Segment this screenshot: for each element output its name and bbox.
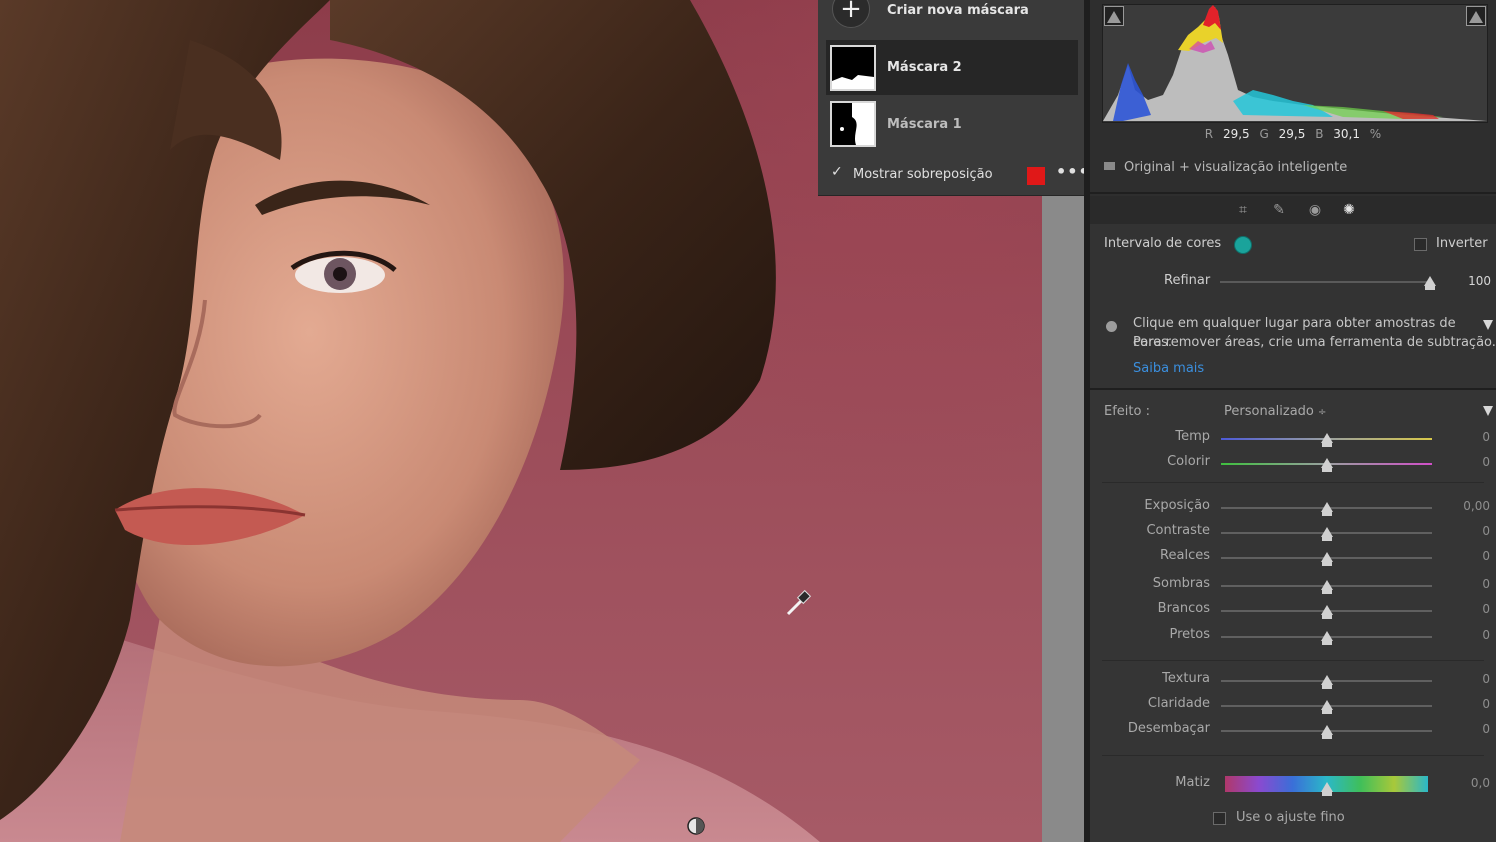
slider-label: Textura [1162,671,1210,686]
g-value: 29,5 [1278,127,1306,141]
collapse-effects-icon[interactable] [1483,406,1493,416]
preview-label: Original + visualização inteligente [1124,160,1348,175]
color-sample-swatch[interactable] [1234,236,1252,254]
slider-label: Exposição [1144,498,1210,513]
histogram-graph [1103,5,1487,121]
crop-icon[interactable]: ⌗ [1234,201,1252,219]
slider-thumb[interactable] [1320,782,1333,796]
g-key: G [1259,127,1269,141]
r-value: 29,5 [1222,127,1250,141]
percent-unit: % [1369,127,1382,141]
slider-thumb[interactable] [1320,725,1333,739]
slider-thumb[interactable] [1320,631,1333,645]
slider-value: 0 [1482,524,1490,538]
slider-value: 0,00 [1463,499,1490,513]
red-eye-icon[interactable]: ◉ [1306,201,1324,219]
refine-value: 100 [1468,274,1491,288]
mask-thumbnail [830,45,876,91]
slider-thumb[interactable] [1320,700,1333,714]
overlay-toggle-row: ✓ Mostrar sobreposição ••• [818,158,1089,192]
fine-tune-label[interactable]: Use o ajuste fino [1236,810,1345,825]
slider-value: 0 [1482,455,1490,469]
divider [1090,192,1496,194]
eyedropper-cursor-icon [786,589,812,616]
slider-label: Brancos [1157,601,1210,616]
r-key: R [1204,127,1214,141]
b-value: 30,1 [1333,127,1360,141]
masks-panel: + Criar nova máscara Máscara 2 Máscara 1… [818,0,1089,196]
color-range-title: Intervalo de cores [1104,236,1222,251]
slider-label: Desembaçar [1127,721,1210,736]
tool-strip: ⌗ ✎ ◉ ✺ [1090,196,1496,224]
tip-line-2: Para remover áreas, crie uma ferramenta … [1133,335,1496,350]
slider-value: 0 [1482,602,1490,616]
slider-label: Matiz [1175,775,1210,790]
mask-item-label: Máscara 1 [887,117,962,132]
overlay-color-swatch[interactable] [1027,167,1045,185]
mask-item-2[interactable]: Máscara 2 [826,40,1078,95]
slider-label: Realces [1160,548,1210,563]
dropdown-arrow-icon: ÷ [1318,407,1327,418]
slider-label: Contraste [1146,523,1210,538]
info-icon [1106,321,1117,332]
histogram [1102,4,1488,123]
slider-label: Sombras [1152,576,1210,591]
refine-label: Refinar [1164,273,1211,288]
slider-thumb[interactable] [1320,527,1333,541]
slider-value: 0 [1482,672,1490,686]
group-divider [1102,660,1484,661]
slider-thumb[interactable] [1320,433,1333,447]
slider-thumb[interactable] [1320,552,1333,566]
sample-point-icon[interactable] [686,816,706,836]
slider-label: Temp [1175,429,1210,444]
effect-preset-dropdown[interactable]: Personalizado ÷ [1224,404,1326,419]
masking-icon[interactable]: ✺ [1340,201,1358,219]
canvas-gutter [1042,195,1084,842]
mask-thumbnail [830,101,876,147]
slider-thumb[interactable] [1320,502,1333,516]
effect-preset-value: Personalizado [1224,404,1314,419]
slider-label: Pretos [1169,627,1211,642]
slider-value: 0 [1482,430,1490,444]
fine-tune-checkbox[interactable] [1213,812,1226,825]
healing-brush-icon[interactable]: ✎ [1270,201,1288,219]
slider-label: Colorir [1167,454,1210,469]
mask-item-label: Máscara 2 [887,60,962,75]
create-mask-label[interactable]: Criar nova máscara [887,3,1029,18]
slider-value: 0 [1482,549,1490,563]
preview-mode-row[interactable]: Original + visualização inteligente [1104,160,1347,175]
invert-checkbox[interactable] [1414,238,1427,251]
slider-thumb[interactable] [1320,675,1333,689]
slider-value: 0 [1482,577,1490,591]
effects-section: Efeito : Personalizado ÷ Temp 0 Colorir 0 Ex… [1090,390,1496,842]
b-key: B [1315,127,1324,141]
create-mask-button[interactable]: + [832,0,870,28]
refine-slider-track[interactable] [1220,281,1430,283]
rgb-readout: R 29,5 G 29,5 B 30,1 % [1090,127,1496,141]
overlay-label[interactable]: Mostrar sobreposição [853,167,993,182]
overlay-checkbox[interactable]: ✓ [831,164,843,180]
collapse-tip-icon[interactable] [1483,320,1493,330]
preview-icon [1104,162,1115,170]
right-panel: R 29,5 G 29,5 B 30,1 % Original + visual… [1090,0,1496,842]
slider-thumb[interactable] [1320,458,1333,472]
slider-value: 0 [1482,722,1490,736]
slider-label: Claridade [1147,696,1210,711]
group-divider [1102,755,1484,756]
slider-value: 0 [1482,697,1490,711]
slider-value: 0,0 [1470,776,1490,790]
invert-label[interactable]: Inverter [1436,236,1488,251]
mask-item-1[interactable]: Máscara 1 [826,98,1078,150]
slider-thumb[interactable] [1320,605,1333,619]
slider-value: 0 [1482,628,1490,642]
learn-more-link[interactable]: Saiba mais [1133,361,1204,376]
group-divider [1102,482,1484,483]
color-range-section: Intervalo de cores Inverter Refinar 100 … [1090,224,1496,388]
effect-label: Efeito : [1104,404,1150,419]
slider-thumb[interactable] [1320,580,1333,594]
